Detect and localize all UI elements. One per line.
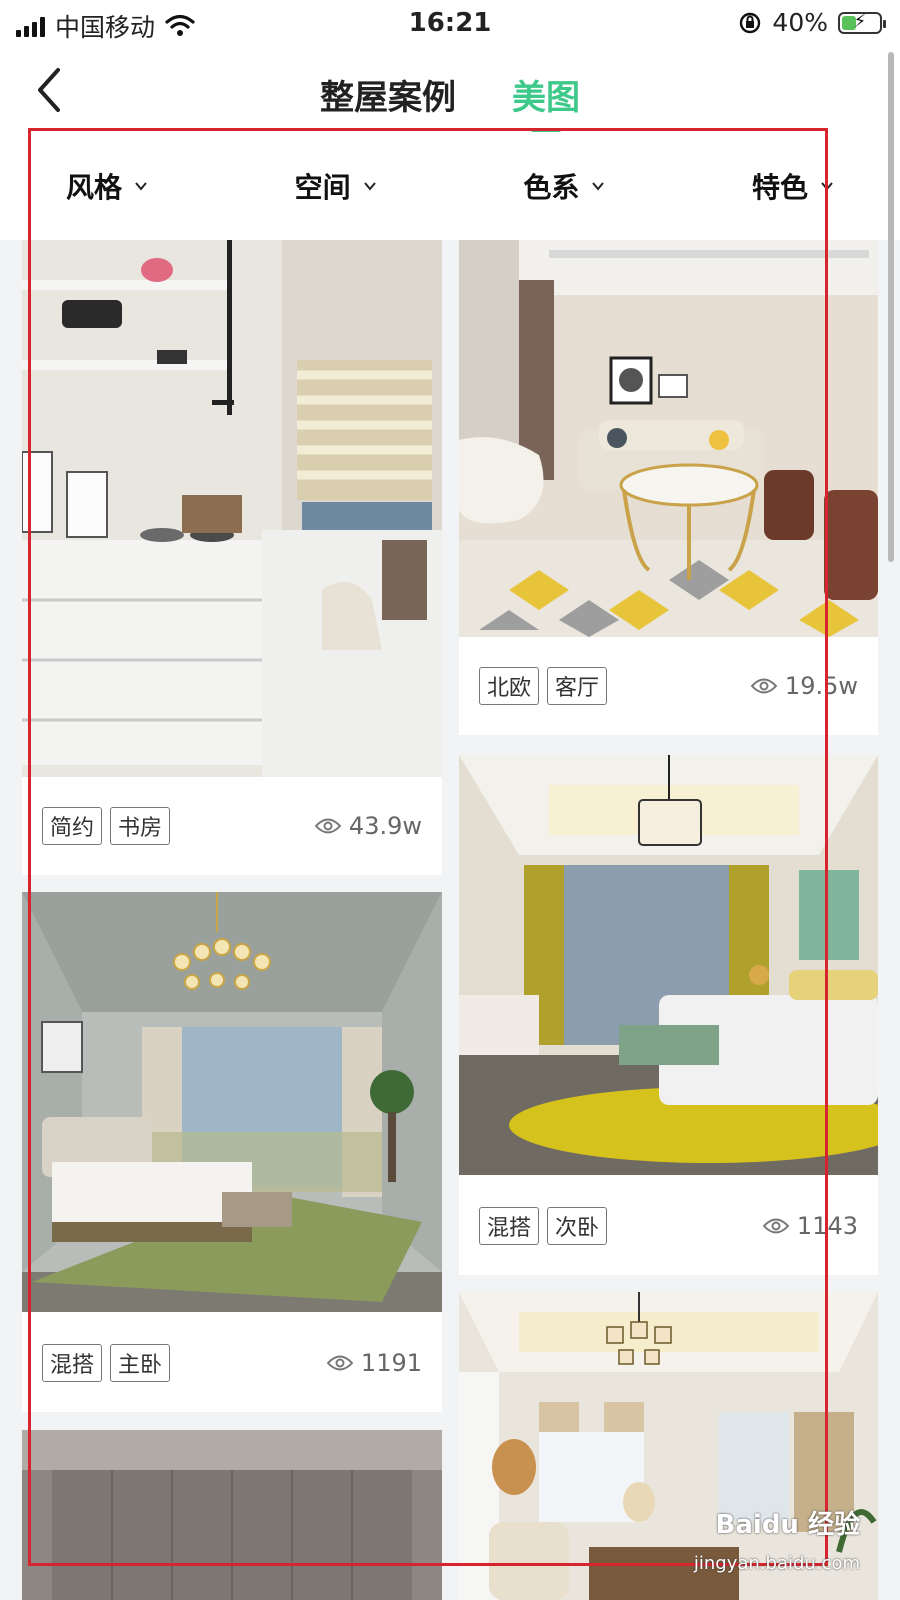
- nav-bar: 整屋案例 美图: [0, 48, 900, 132]
- style-tag[interactable]: 北欧: [479, 667, 540, 705]
- filter-color-label: 色系: [523, 171, 580, 204]
- status-right: 40% ⚡: [738, 8, 886, 37]
- view-count-value: 43.9w: [348, 812, 422, 840]
- filter-space[interactable]: 空间: [295, 166, 377, 206]
- space-tag[interactable]: 次卧: [547, 1207, 608, 1245]
- living-room-photo: [459, 240, 878, 637]
- view-count: 43.9w: [314, 812, 422, 840]
- view-count-value: 19.5w: [784, 672, 858, 700]
- battery-icon: ⚡: [838, 10, 886, 34]
- photo-card[interactable]: 简约 书房 43.9w: [22, 240, 442, 875]
- style-tag[interactable]: 混搭: [42, 1344, 103, 1382]
- card-meta: 北欧 客厅 19.5w: [459, 637, 878, 735]
- view-count: 1191: [326, 1349, 422, 1377]
- filter-feature[interactable]: 特色: [752, 166, 834, 206]
- space-tag[interactable]: 书房: [110, 807, 171, 845]
- photo-card[interactable]: [22, 1430, 442, 1600]
- filter-feature-label: 特色: [751, 171, 808, 204]
- chevron-down-icon: [821, 182, 833, 191]
- eye-icon: [314, 818, 341, 834]
- photo-card[interactable]: 混搭 次卧 1143: [459, 755, 878, 1275]
- card-meta: 混搭 主卧 1191: [22, 1314, 442, 1412]
- view-count-value: 1143: [796, 1212, 858, 1240]
- baidu-watermark: Baidu 经验 jingyan.baidu.com: [660, 1504, 860, 1574]
- view-count-value: 1191: [360, 1349, 422, 1377]
- eye-icon: [326, 1355, 353, 1371]
- space-tag[interactable]: 主卧: [110, 1344, 171, 1382]
- view-count: 1143: [762, 1212, 858, 1240]
- study-room-photo: [22, 240, 442, 777]
- card-meta: 混搭 次卧 1143: [459, 1177, 878, 1275]
- photo-card[interactable]: 北欧 客厅 19.5w: [459, 240, 878, 735]
- battery-percent: 40%: [772, 8, 828, 37]
- charging-bolt-icon: ⚡: [853, 10, 867, 32]
- watermark-logo: Baidu 经验: [715, 1510, 860, 1540]
- scrollbar[interactable]: [888, 52, 894, 562]
- photo-card[interactable]: 混搭 主卧 1191: [22, 892, 442, 1412]
- filter-color[interactable]: 色系: [523, 166, 605, 206]
- second-bedroom-photo: [459, 755, 878, 1175]
- chevron-down-icon: [135, 182, 147, 191]
- tab-whole-house[interactable]: 整屋案例: [320, 70, 456, 119]
- tab-gallery[interactable]: 美图: [512, 70, 580, 119]
- chevron-down-icon: [363, 182, 376, 191]
- eye-icon: [762, 1218, 789, 1234]
- chevron-down-icon: [592, 182, 605, 191]
- status-bar: 中国移动 16:21 40% ⚡: [0, 0, 900, 48]
- nav-tabs: 整屋案例 美图: [0, 70, 900, 119]
- filter-style-label: 风格: [66, 171, 123, 204]
- filter-space-label: 空间: [294, 171, 351, 204]
- rotation-lock-icon: [740, 12, 761, 33]
- watermark-url: jingyan.baidu.com: [693, 1553, 860, 1574]
- filter-bar: 风格 空间 色系 特色: [0, 132, 900, 240]
- master-bedroom-photo: [22, 892, 442, 1312]
- style-tag[interactable]: 简约: [42, 807, 103, 845]
- space-tag[interactable]: 客厅: [547, 667, 608, 705]
- view-count: 19.5w: [750, 672, 858, 700]
- wardrobe-photo: [22, 1430, 442, 1600]
- eye-icon: [750, 678, 777, 694]
- card-meta: 简约 书房 43.9w: [22, 777, 442, 875]
- style-tag[interactable]: 混搭: [479, 1207, 540, 1245]
- filter-style[interactable]: 风格: [66, 166, 148, 206]
